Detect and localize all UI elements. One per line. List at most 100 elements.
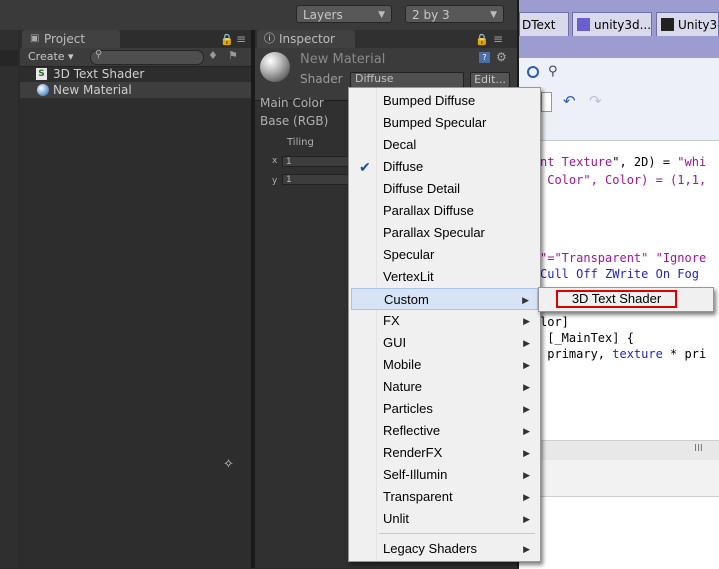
- gear-icon[interactable]: ⚙: [496, 50, 507, 64]
- menu-item-custom[interactable]: Custom ▶: [351, 288, 538, 310]
- tab-unity3d[interactable]: unity3d...: [572, 12, 652, 36]
- submenu-arrow-icon: ▶: [523, 316, 530, 326]
- help-book-icon[interactable]: ?: [479, 52, 490, 63]
- search-icon[interactable]: ⚲: [548, 64, 558, 79]
- project-toolbar: Create ▾ ⚲ ♦ ⚑: [20, 48, 251, 67]
- tab-inspector-label: Inspector: [279, 32, 335, 46]
- tiling-label: Tiling: [287, 137, 314, 148]
- dropdown-button[interactable]: [541, 92, 552, 112]
- tab-project-label: Project: [44, 32, 86, 46]
- list-item-label: 3D Text Shader: [53, 67, 145, 81]
- filter-type-icon[interactable]: ♦: [208, 49, 218, 62]
- lock-icon[interactable]: 🔒: [475, 33, 489, 46]
- menu-item-label: Reflective: [383, 423, 441, 438]
- code-line: Color", Color) = (1,1,: [540, 173, 707, 187]
- menu-item-mobile[interactable]: Mobile ▶: [351, 354, 538, 376]
- menu-item-label: Unlit: [383, 511, 410, 526]
- tiling-x-field[interactable]: 1: [282, 156, 352, 167]
- tab-project[interactable]: ▣ Project: [22, 30, 120, 48]
- menu-item-label: Diffuse Detail: [383, 181, 461, 196]
- submenu-arrow-icon: ▶: [523, 338, 530, 348]
- editor-toolbar: ⚲ ↶ ↷: [519, 58, 719, 141]
- tab-inspector[interactable]: ⓘ Inspector: [257, 30, 355, 48]
- menu-item-label: Transparent: [383, 489, 453, 504]
- layout-dropdown[interactable]: 2 by 3 ▼: [405, 5, 504, 23]
- submenu-arrow-icon: ▶: [523, 544, 530, 554]
- menu-item-diffuse-detail[interactable]: Diffuse Detail: [351, 178, 538, 200]
- create-button[interactable]: Create ▾: [28, 50, 80, 64]
- submenu-arrow-icon: ▶: [523, 382, 530, 392]
- edit-button[interactable]: Edit...: [470, 72, 510, 88]
- shader-menu: Bumped Diffuse Bumped Specular Decal ✔ Diffu…: [348, 87, 541, 562]
- shader-label: Shader: [300, 72, 343, 86]
- menu-item-decal[interactable]: Decal: [351, 134, 538, 156]
- menu-item-diffuse[interactable]: ✔ Diffuse: [351, 156, 538, 178]
- code-line: "="Transparent" "Ignore: [540, 251, 707, 265]
- submenu-arrow-icon: ▶: [523, 360, 530, 370]
- menu-item-label: Custom: [384, 292, 429, 307]
- menu-item-renderfx[interactable]: RenderFX ▶: [351, 442, 538, 464]
- layers-dropdown[interactable]: Layers ▼: [296, 5, 392, 23]
- menu-item-particles[interactable]: Particles ▶: [351, 398, 538, 420]
- layout-label: 2 by 3: [412, 8, 450, 22]
- menu-item-label: Decal: [383, 137, 417, 152]
- menu-item-label: Legacy Shaders: [383, 541, 477, 556]
- menu-item-bumped-specular[interactable]: Bumped Specular: [351, 112, 538, 134]
- menu-item-label: Specular: [383, 247, 435, 262]
- shader-file-icon: S: [36, 68, 47, 80]
- lock-icon[interactable]: 🔒: [220, 33, 234, 46]
- tiling-y-label: y: [272, 176, 278, 186]
- clock-icon[interactable]: [527, 66, 539, 78]
- menu-item-nature[interactable]: Nature ▶: [351, 376, 538, 398]
- menu-item-reflective[interactable]: Reflective ▶: [351, 420, 538, 442]
- material-sphere-icon: [37, 84, 49, 96]
- tiling-y-field[interactable]: 1: [282, 174, 352, 185]
- tab-label: DText: [522, 18, 556, 32]
- panel-menu-icon[interactable]: ≡: [236, 32, 246, 46]
- menu-item-specular[interactable]: Specular: [351, 244, 538, 266]
- menu-item-unlit[interactable]: Unlit ▶: [351, 508, 538, 530]
- menu-item-label: FX: [383, 313, 400, 328]
- base-rgb-label: Base (RGB): [260, 114, 329, 128]
- menu-item-label: Particles: [383, 401, 433, 416]
- code-editor-window: DText unity3d... Unity3d ⚲ ↶ ↷ nt Textur…: [519, 0, 719, 569]
- menu-item-legacy-shaders[interactable]: Legacy Shaders ▶: [351, 538, 538, 560]
- menu-item-vertexlit[interactable]: VertexLit: [351, 266, 538, 288]
- shader-value: Diffuse: [355, 72, 394, 85]
- redo-icon[interactable]: ↷: [589, 92, 602, 110]
- menu-item-label: Bumped Diffuse: [383, 93, 476, 108]
- menu-item-parallax-specular[interactable]: Parallax Specular: [351, 222, 538, 244]
- tab-dtext[interactable]: DText: [519, 12, 569, 36]
- menu-item-gui[interactable]: GUI ▶: [351, 332, 538, 354]
- search-icon: ⚲: [95, 49, 103, 60]
- menu-item-transparent[interactable]: Transparent ▶: [351, 486, 538, 508]
- top-toolbar: Layers ▼ 2 by 3 ▼: [0, 0, 519, 30]
- label-tag-icon[interactable]: ⚑: [228, 49, 238, 62]
- menu-item-parallax-diffuse[interactable]: Parallax Diffuse: [351, 200, 538, 222]
- output-text[interactable]: [519, 496, 719, 569]
- code-line: nt Texture", 2D) = "whi: [540, 155, 707, 169]
- panel-menu-icon[interactable]: ≡: [493, 32, 503, 46]
- menu-item-self-illumin[interactable]: Self-Illumin ▶: [351, 464, 538, 486]
- horizontal-scrollbar[interactable]: III: [519, 440, 719, 461]
- shader-dropdown[interactable]: Diffuse: [350, 72, 464, 88]
- menu-item-bumped-diffuse[interactable]: Bumped Diffuse: [351, 90, 538, 112]
- menu-item-label: Nature: [383, 379, 423, 394]
- menu-item-label: GUI: [383, 335, 407, 350]
- submenu-arrow-icon: ▶: [523, 448, 530, 458]
- tab-unity3d-2[interactable]: Unity3d: [656, 12, 719, 36]
- list-item[interactable]: New Material: [20, 82, 251, 98]
- checkmark-icon: ✔: [359, 159, 371, 175]
- menu-item-label: Diffuse: [383, 159, 424, 174]
- search-input[interactable]: ⚲: [90, 49, 204, 65]
- submenu-arrow-icon: ▶: [523, 492, 530, 502]
- material-name: New Material: [300, 52, 386, 67]
- undo-icon[interactable]: ↶: [563, 92, 576, 110]
- panel-toolbar: [0, 50, 18, 66]
- code-line: lor]: [540, 315, 569, 329]
- menu-item-label: Bumped Specular: [383, 115, 487, 130]
- menu-item-label: Self-Illumin: [383, 467, 448, 482]
- menu-item-fx[interactable]: FX ▶: [351, 310, 538, 332]
- menu-item-3d-text-shader[interactable]: 3D Text Shader: [556, 290, 677, 308]
- layers-label: Layers: [303, 8, 343, 22]
